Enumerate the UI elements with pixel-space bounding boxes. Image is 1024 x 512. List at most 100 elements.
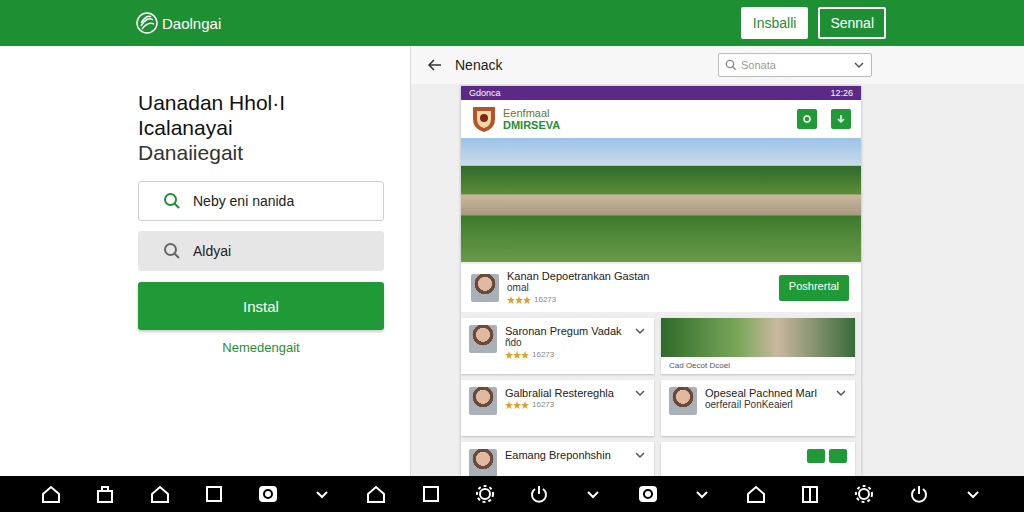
profile-card[interactable]: Galbralial Restereghla16273 bbox=[461, 380, 654, 436]
home-icon[interactable] bbox=[365, 483, 387, 505]
app-title: EenfmaalDMIRSEVA bbox=[503, 107, 783, 131]
field-value: Neby eni nanida bbox=[193, 193, 294, 209]
search-icon bbox=[163, 242, 181, 260]
photo-card[interactable]: Cad Oecot Dcoel bbox=[661, 318, 855, 374]
rating-count: 16273 bbox=[532, 399, 554, 411]
star-icon bbox=[513, 401, 521, 409]
card-subtitle: oerferail PonKeaierl bbox=[705, 399, 827, 411]
phone-screenshot: Gdonca 12:26 EenfmaalDMIRSEVA Kanan Depoetr… bbox=[461, 86, 861, 476]
status-bar: Gdonca 12:26 bbox=[461, 86, 861, 100]
toolbar-title: Nenack bbox=[455, 57, 706, 73]
card-text: Opeseal Pachned Marloerferail PonKeaierl bbox=[705, 387, 827, 411]
star-rating bbox=[505, 351, 529, 359]
preview-panel: Nenack Gdonca 12:26 EenfmaalDMIRSEVA Kanan D… bbox=[411, 46, 1024, 476]
card-title: Eamang Breponhshin bbox=[505, 449, 626, 461]
status-time: 12:26 bbox=[830, 88, 853, 98]
star-icon bbox=[505, 401, 513, 409]
avatar bbox=[669, 387, 697, 415]
square-icon[interactable] bbox=[420, 483, 442, 505]
camera-icon[interactable] bbox=[637, 483, 659, 505]
photo-caption: Cad Oecot Dcoel bbox=[661, 357, 738, 374]
chevron-down-icon[interactable] bbox=[582, 483, 604, 505]
expand-chevron-icon[interactable] bbox=[835, 387, 847, 399]
app-action[interactable] bbox=[831, 109, 851, 129]
field-value: Aldyai bbox=[193, 243, 231, 259]
star-rating bbox=[507, 296, 531, 304]
gear-icon[interactable] bbox=[853, 483, 875, 505]
card-title: Saronan Pregum Vadak bbox=[505, 325, 626, 337]
power-icon[interactable] bbox=[528, 483, 550, 505]
featured-text: Kanan Depoetrankan Gastanomal16273 bbox=[507, 270, 771, 306]
app-logo-icon bbox=[471, 105, 497, 133]
star-icon bbox=[507, 296, 515, 304]
home-icon[interactable] bbox=[40, 483, 62, 505]
search-field[interactable]: Aldyai bbox=[138, 231, 384, 271]
dropdown-chevron-icon[interactable] bbox=[853, 59, 865, 71]
featured-card[interactable]: Kanan Depoetrankan Gastanomal16273 Poshre… bbox=[461, 264, 861, 312]
profile-card[interactable]: Eamang Breponhshin bbox=[461, 442, 654, 476]
rating-row: 16273 bbox=[505, 349, 626, 361]
install-button[interactable]: Instal bbox=[138, 282, 384, 330]
home-icon[interactable] bbox=[149, 483, 171, 505]
camera-icon[interactable] bbox=[257, 483, 279, 505]
search-box[interactable] bbox=[718, 53, 872, 77]
power-icon[interactable] bbox=[908, 483, 930, 505]
rating-count: 16273 bbox=[534, 294, 556, 306]
header-button[interactable]: Sennal bbox=[818, 7, 886, 39]
star-icon bbox=[521, 401, 529, 409]
expand-chevron-icon[interactable] bbox=[634, 325, 646, 337]
star-icon bbox=[515, 296, 523, 304]
back-arrow-icon[interactable] bbox=[427, 57, 443, 73]
featured-button[interactable]: Poshrertal bbox=[779, 275, 849, 301]
header-button[interactable]: Insballi bbox=[741, 7, 809, 39]
profile-card[interactable]: Opeseal Pachned Marloerferail PonKeaierl bbox=[661, 380, 855, 436]
search-input[interactable] bbox=[741, 59, 849, 71]
download-icon bbox=[836, 114, 846, 124]
app-action[interactable] bbox=[797, 109, 817, 129]
logo-text: Daolngai bbox=[162, 15, 221, 32]
app-name: Eenfmaal bbox=[503, 107, 783, 119]
card-text: Saronan Pregum Vadakñdo16273 bbox=[505, 325, 626, 361]
top-bar: Daolngai Insballi Sennal bbox=[0, 0, 1024, 46]
bag-icon[interactable] bbox=[94, 483, 116, 505]
star-icon bbox=[505, 351, 513, 359]
chevron-down-icon[interactable] bbox=[311, 483, 333, 505]
square-icon[interactable] bbox=[203, 483, 225, 505]
logo-icon bbox=[136, 12, 158, 34]
card-title: Opeseal Pachned Marl bbox=[705, 387, 827, 399]
secondary-link[interactable]: Nemedengait bbox=[138, 340, 384, 355]
gear-icon[interactable] bbox=[474, 483, 496, 505]
search-field[interactable]: Neby eni nanida bbox=[138, 181, 384, 221]
nav-bar bbox=[0, 476, 1024, 512]
rating-row: 16273 bbox=[507, 294, 771, 306]
status-left: Gdonca bbox=[469, 88, 501, 98]
install-panel: Uanadan Hhol·I IcalanayaiDanaiiegaitNeby… bbox=[0, 46, 411, 476]
rating-count: 16273 bbox=[532, 349, 554, 361]
star-icon bbox=[513, 351, 521, 359]
rating-row: 16273 bbox=[505, 399, 626, 411]
share-icon bbox=[802, 114, 812, 124]
avatar bbox=[469, 449, 497, 476]
grid-icon[interactable] bbox=[799, 483, 821, 505]
profile-card[interactable]: Saronan Pregum Vadakñdo16273 bbox=[461, 318, 654, 374]
action-card bbox=[661, 442, 855, 476]
card-grid: Saronan Pregum Vadakñdo16273Cad Oecot Dc… bbox=[461, 318, 861, 476]
phone-frame: Gdonca 12:26 EenfmaalDMIRSEVA Kanan Depoetr… bbox=[411, 84, 1024, 476]
home-icon[interactable] bbox=[745, 483, 767, 505]
app-subtitle: DMIRSEVA bbox=[503, 119, 783, 131]
action-button[interactable] bbox=[807, 449, 825, 463]
card-text: Eamang Breponhshin bbox=[505, 449, 626, 461]
card-photo bbox=[661, 318, 855, 357]
action-button[interactable] bbox=[829, 449, 847, 463]
preview-toolbar: Nenack bbox=[411, 46, 1024, 84]
avatar bbox=[471, 274, 499, 302]
title-line: Danaiiegait bbox=[138, 140, 384, 165]
brand-logo[interactable]: Daolngai bbox=[136, 12, 221, 34]
expand-chevron-icon[interactable] bbox=[634, 387, 646, 399]
expand-chevron-icon[interactable] bbox=[634, 449, 646, 461]
card-subtitle: omal bbox=[507, 282, 771, 294]
chevron-down-icon[interactable] bbox=[962, 483, 984, 505]
chevron-down-icon[interactable] bbox=[691, 483, 713, 505]
card-title: Kanan Depoetrankan Gastan bbox=[507, 270, 771, 282]
card-subtitle: ñdo bbox=[505, 337, 626, 349]
